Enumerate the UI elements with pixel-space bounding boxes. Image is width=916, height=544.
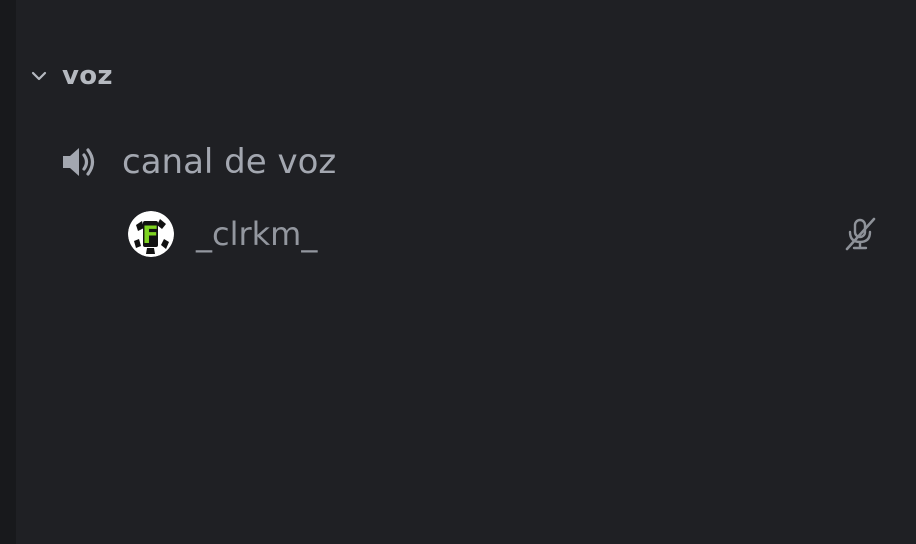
chevron-down-icon bbox=[28, 65, 50, 87]
speaker-icon bbox=[56, 140, 100, 184]
server-sidebar-edge bbox=[0, 0, 16, 544]
voice-channel-canal-de-voz[interactable]: canal de voz bbox=[56, 134, 336, 190]
avatar[interactable]: F bbox=[128, 211, 174, 257]
category-label: voz bbox=[62, 61, 113, 91]
channel-list bbox=[16, 0, 916, 544]
app-window: voz canal de voz F _clrkm_ bbox=[0, 0, 916, 544]
category-header-voz[interactable]: voz bbox=[28, 58, 113, 94]
avatar-letter: F bbox=[142, 221, 158, 249]
voice-channel-name: canal de voz bbox=[122, 142, 337, 182]
voice-user-name: _clrkm_ bbox=[196, 215, 318, 253]
voice-user-row[interactable]: F _clrkm_ bbox=[128, 206, 888, 262]
mic-muted-icon[interactable] bbox=[840, 214, 880, 254]
